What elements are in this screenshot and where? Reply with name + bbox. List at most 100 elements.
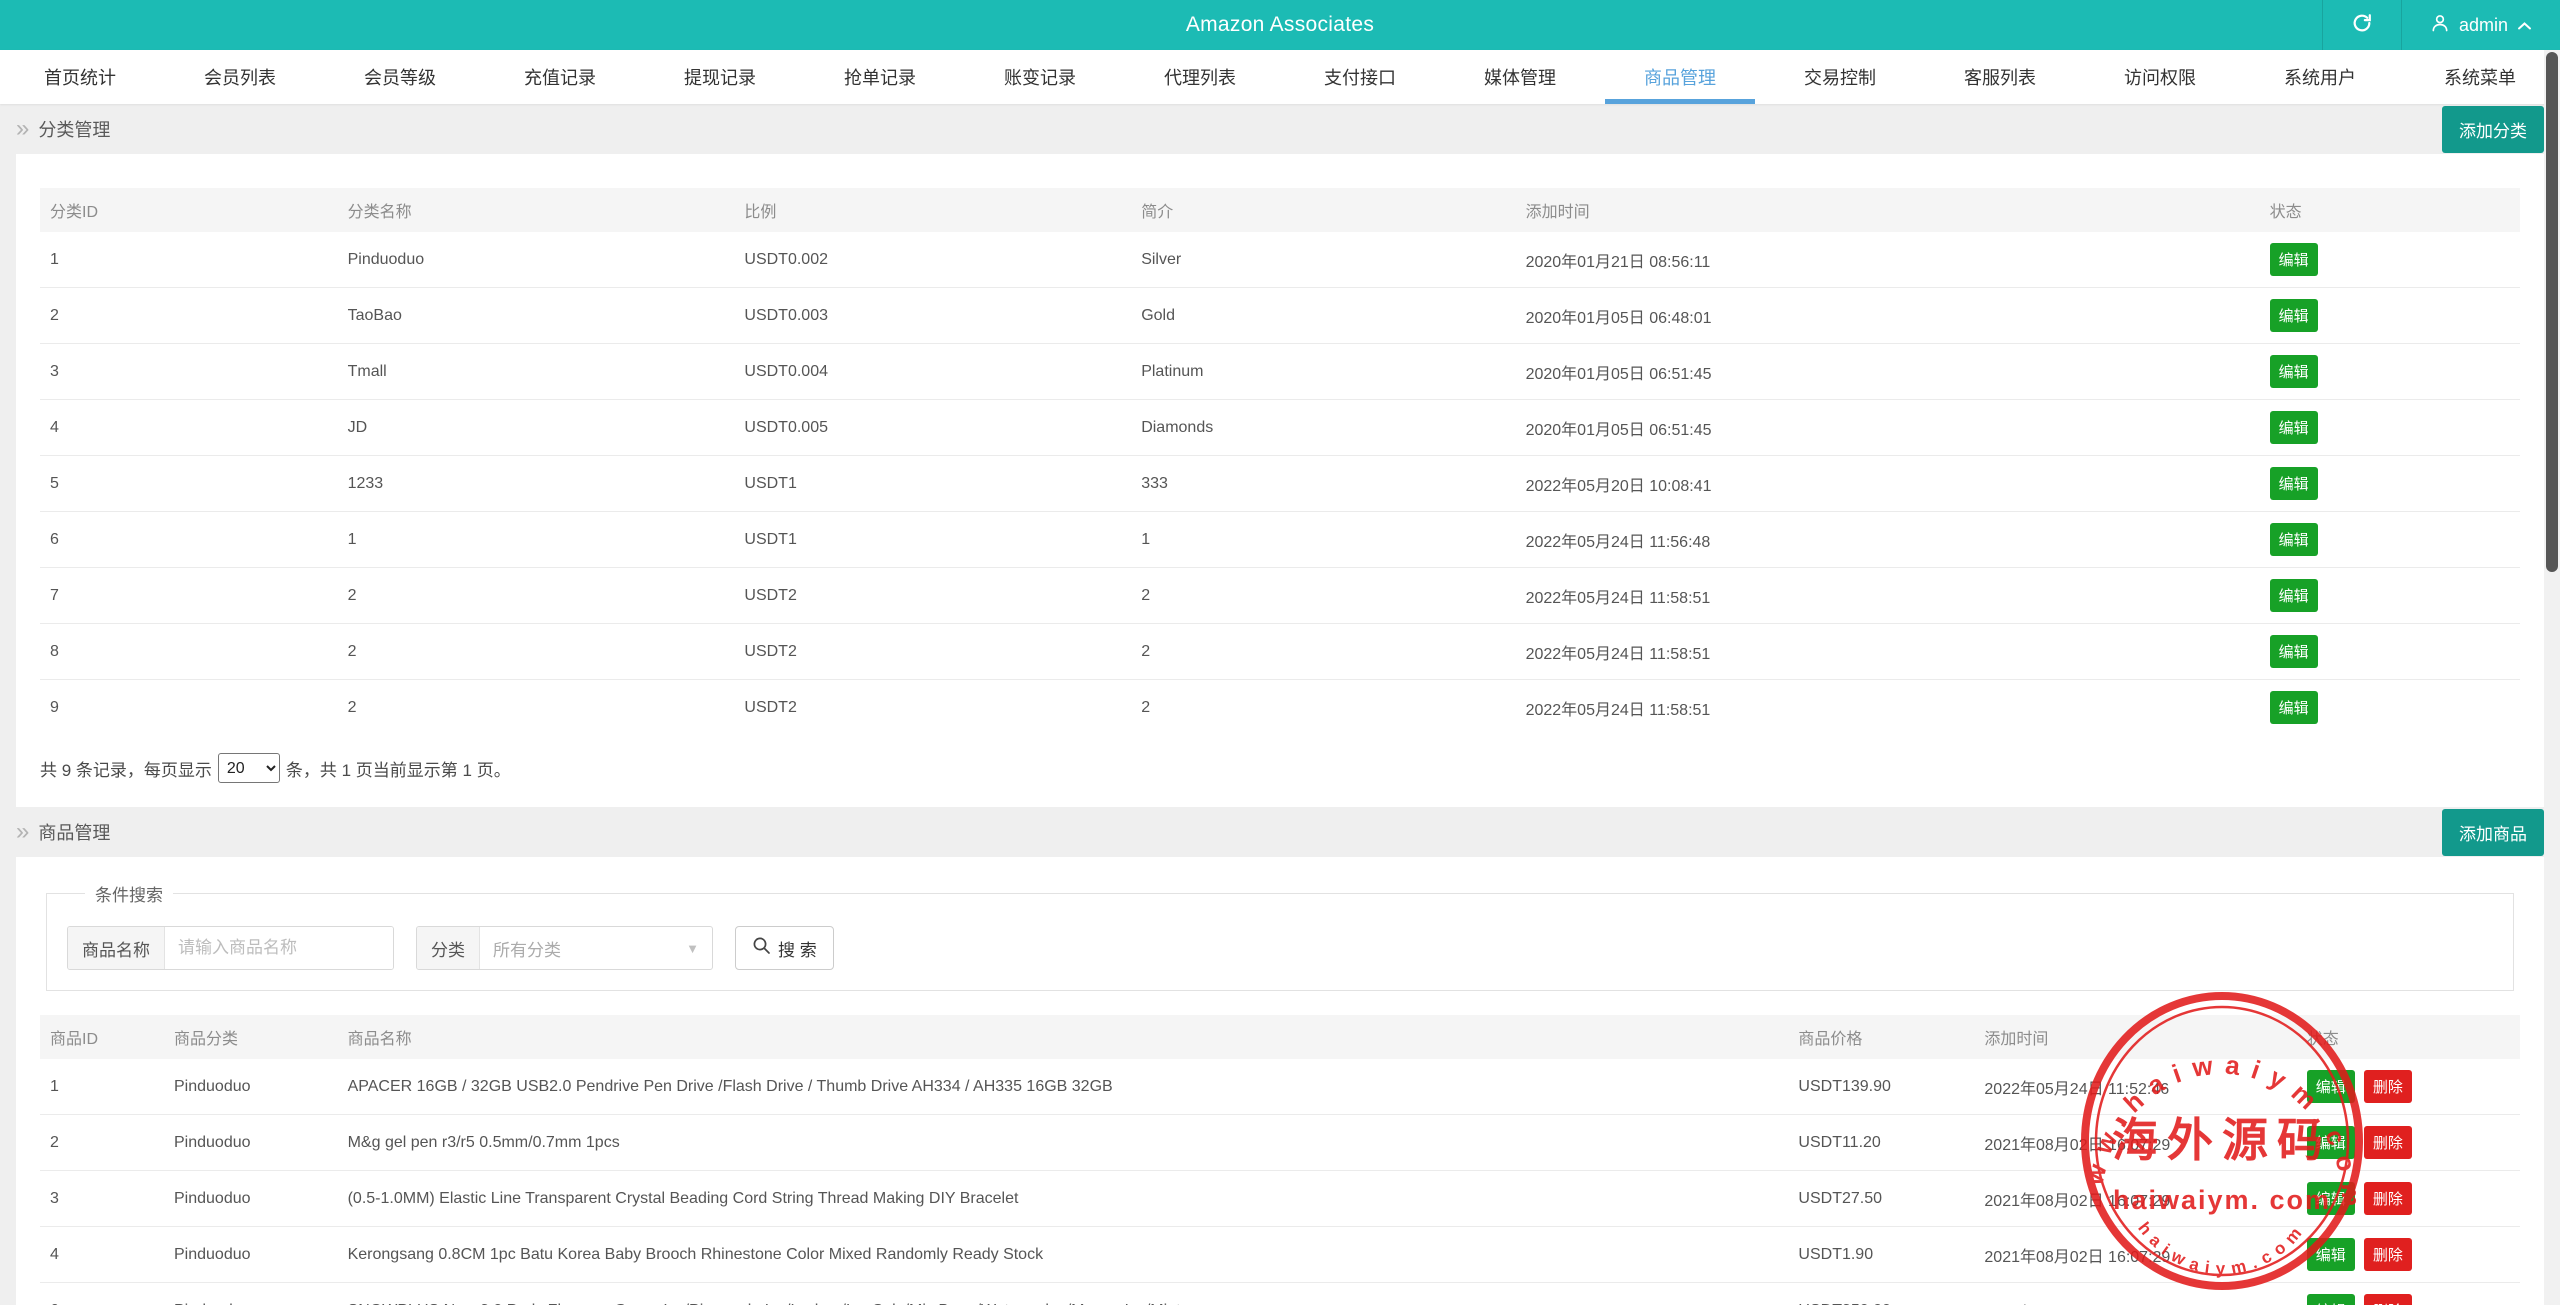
category-filter-value: 所有分类 [493,936,561,961]
edit-button[interactable]: 编辑 [2307,1070,2355,1103]
table-row: 4PinduoduoKerongsang 0.8CM 1pc Batu Kore… [40,1227,2520,1283]
table-cell: 6 [40,512,338,568]
edit-button[interactable]: 编辑 [2270,243,2318,276]
edit-button[interactable]: 编辑 [2270,411,2318,444]
table-cell: 1 [1131,512,1515,568]
status-cell: 编辑 [2260,456,2520,512]
status-cell: 编辑 [2260,344,2520,400]
table-cell: SNOWPLUS New 3.0 Pods Flavors - Grape Ic… [338,1283,1789,1305]
scrollbar-thumb[interactable] [2546,52,2558,572]
edit-button[interactable]: 编辑 [2270,355,2318,388]
table-cell: Gold [1131,288,1515,344]
edit-button[interactable]: 编辑 [2307,1238,2355,1271]
table-row: 1PinduoduoAPACER 16GB / 32GB USB2.0 Pend… [40,1059,2520,1115]
edit-button[interactable]: 编辑 [2270,691,2318,724]
table-cell: 2022年05月24日 11:58:51 [1516,568,2260,624]
table-cell: TaoBao [338,288,735,344]
chevron-up-icon [2517,15,2532,36]
nav-tab-media-management[interactable]: 媒体管理 [1440,50,1600,104]
table-row: 1PinduoduoUSDT0.002Silver2020年01月21日 08:… [40,232,2520,288]
top-bar: Amazon Associates admin [0,0,2560,50]
double-chevron-icon: » [16,820,29,844]
category-filter-label: 分类 [417,927,480,969]
table-row: 61USDT112022年05月24日 11:56:48编辑 [40,512,2520,568]
nav-tab-system-menu[interactable]: 系统菜单 [2400,50,2560,104]
table-cell: Pinduoduo [164,1171,338,1227]
table-cell: Pinduoduo [338,232,735,288]
user-menu[interactable]: admin [2401,0,2560,50]
status-cell: 编辑删除 [2297,1171,2520,1227]
page-size-select[interactable]: 20 [218,753,280,783]
table-cell: 6 [40,1283,164,1305]
refresh-button[interactable] [2322,0,2401,50]
table-cell: 9 [40,680,338,736]
nav-tab-account-change-records[interactable]: 账变记录 [960,50,1120,104]
nav-tab-trade-control[interactable]: 交易控制 [1760,50,1920,104]
column-header: 分类ID [40,188,338,232]
table-row: 72USDT222022年05月24日 11:58:51编辑 [40,568,2520,624]
edit-button[interactable]: 编辑 [2270,635,2318,668]
nav-tab-order-grab-records[interactable]: 抢单记录 [800,50,960,104]
table-cell: USDT139.90 [1788,1059,1974,1115]
edit-button[interactable]: 编辑 [2270,579,2318,612]
table-cell: USDT0.004 [734,344,1131,400]
add-product-button[interactable]: 添加商品 [2442,809,2544,856]
column-header: 商品ID [40,1015,164,1059]
status-cell: 编辑 [2260,232,2520,288]
table-cell: 4 [40,1227,164,1283]
pagination-prefix: 共 9 条记录，每页显示 [40,756,212,781]
nav-tab-member-list[interactable]: 会员列表 [160,50,320,104]
nav-tab-member-level[interactable]: 会员等级 [320,50,480,104]
delete-button[interactable]: 删除 [2364,1126,2412,1159]
column-header: 分类名称 [338,188,735,232]
table-cell: USDT350.00 [1788,1283,1974,1305]
edit-button[interactable]: 编辑 [2307,1126,2355,1159]
search-button[interactable]: 搜 索 [735,926,834,970]
table-cell: Pinduoduo [164,1283,338,1305]
nav-tab-access-permission[interactable]: 访问权限 [2080,50,2240,104]
edit-button[interactable]: 编辑 [2270,467,2318,500]
nav-tab-system-users[interactable]: 系统用户 [2240,50,2400,104]
table-cell: 8 [40,624,338,680]
category-card: 分类ID分类名称比例简介添加时间状态 1PinduoduoUSDT0.002Si… [16,154,2544,807]
delete-button[interactable]: 删除 [2364,1182,2412,1215]
edit-button[interactable]: 编辑 [2270,523,2318,556]
delete-button[interactable]: 删除 [2364,1294,2412,1305]
column-header: 添加时间 [1974,1015,2296,1059]
status-cell: 编辑 [2260,288,2520,344]
table-cell: 2020年01月05日 06:48:01 [1516,288,2260,344]
nav-tab-agent-list[interactable]: 代理列表 [1120,50,1280,104]
nav-tab-customer-service-list[interactable]: 客服列表 [1920,50,2080,104]
nav-tab-home-stats[interactable]: 首页统计 [0,50,160,104]
category-filter-select[interactable]: 所有分类 ▼ [480,927,712,969]
table-cell: Tmall [338,344,735,400]
product-name-input[interactable] [165,927,393,969]
table-row: 51233USDT13332022年05月20日 10:08:41编辑 [40,456,2520,512]
edit-button[interactable]: 编辑 [2307,1294,2355,1305]
edit-button[interactable]: 编辑 [2270,299,2318,332]
nav-tab-payment-api[interactable]: 支付接口 [1280,50,1440,104]
nav-tab-product-management[interactable]: 商品管理 [1600,50,1760,104]
nav-tab-recharge-records[interactable]: 充值记录 [480,50,640,104]
product-section-title: 商品管理 [38,819,110,845]
table-cell: USDT2 [734,680,1131,736]
refresh-icon [2351,12,2373,39]
table-cell: 2 [1131,624,1515,680]
status-cell: 编辑 [2260,568,2520,624]
table-row: 82USDT222022年05月24日 11:58:51编辑 [40,624,2520,680]
table-cell: 2021年08月02日 16:07:29 [1974,1171,2296,1227]
column-header: 状态 [2260,188,2520,232]
scrollbar-track[interactable] [2544,50,2560,1305]
nav-tab-withdraw-records[interactable]: 提现记录 [640,50,800,104]
delete-button[interactable]: 删除 [2364,1070,2412,1103]
table-cell: 1 [40,232,338,288]
search-button-label: 搜 索 [778,936,817,961]
edit-button[interactable]: 编辑 [2307,1182,2355,1215]
status-cell: 编辑删除 [2297,1283,2520,1305]
delete-button[interactable]: 删除 [2364,1238,2412,1271]
table-cell: 2022年05月24日 11:58:51 [1516,624,2260,680]
magnifier-icon [752,936,771,960]
table-cell: 1 [338,512,735,568]
add-category-button[interactable]: 添加分类 [2442,106,2544,153]
status-cell: 编辑删除 [2297,1115,2520,1171]
